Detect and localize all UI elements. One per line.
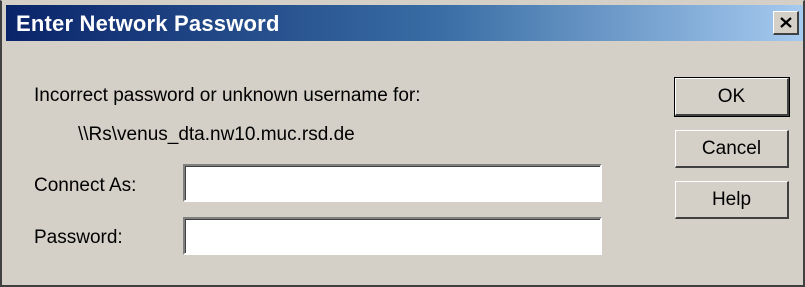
error-message: Incorrect password or unknown username f… (34, 85, 421, 106)
network-resource-path: \\Rs\venus_dta.nw10.muc.rsd.de (78, 124, 355, 145)
help-button[interactable]: Help (675, 181, 789, 219)
window-title: Enter Network Password (16, 11, 280, 36)
title-bar[interactable]: Enter Network Password (6, 5, 803, 41)
cancel-button[interactable]: Cancel (675, 130, 789, 168)
password-input[interactable] (183, 217, 602, 255)
ok-button[interactable]: OK (674, 77, 790, 117)
connect-as-input[interactable] (183, 164, 602, 202)
close-icon (779, 17, 792, 28)
network-password-dialog: Enter Network Password Incorrect passwor… (0, 0, 805, 287)
password-label: Password: (34, 227, 123, 248)
connect-as-label: Connect As: (34, 175, 137, 196)
close-button[interactable] (773, 11, 799, 35)
